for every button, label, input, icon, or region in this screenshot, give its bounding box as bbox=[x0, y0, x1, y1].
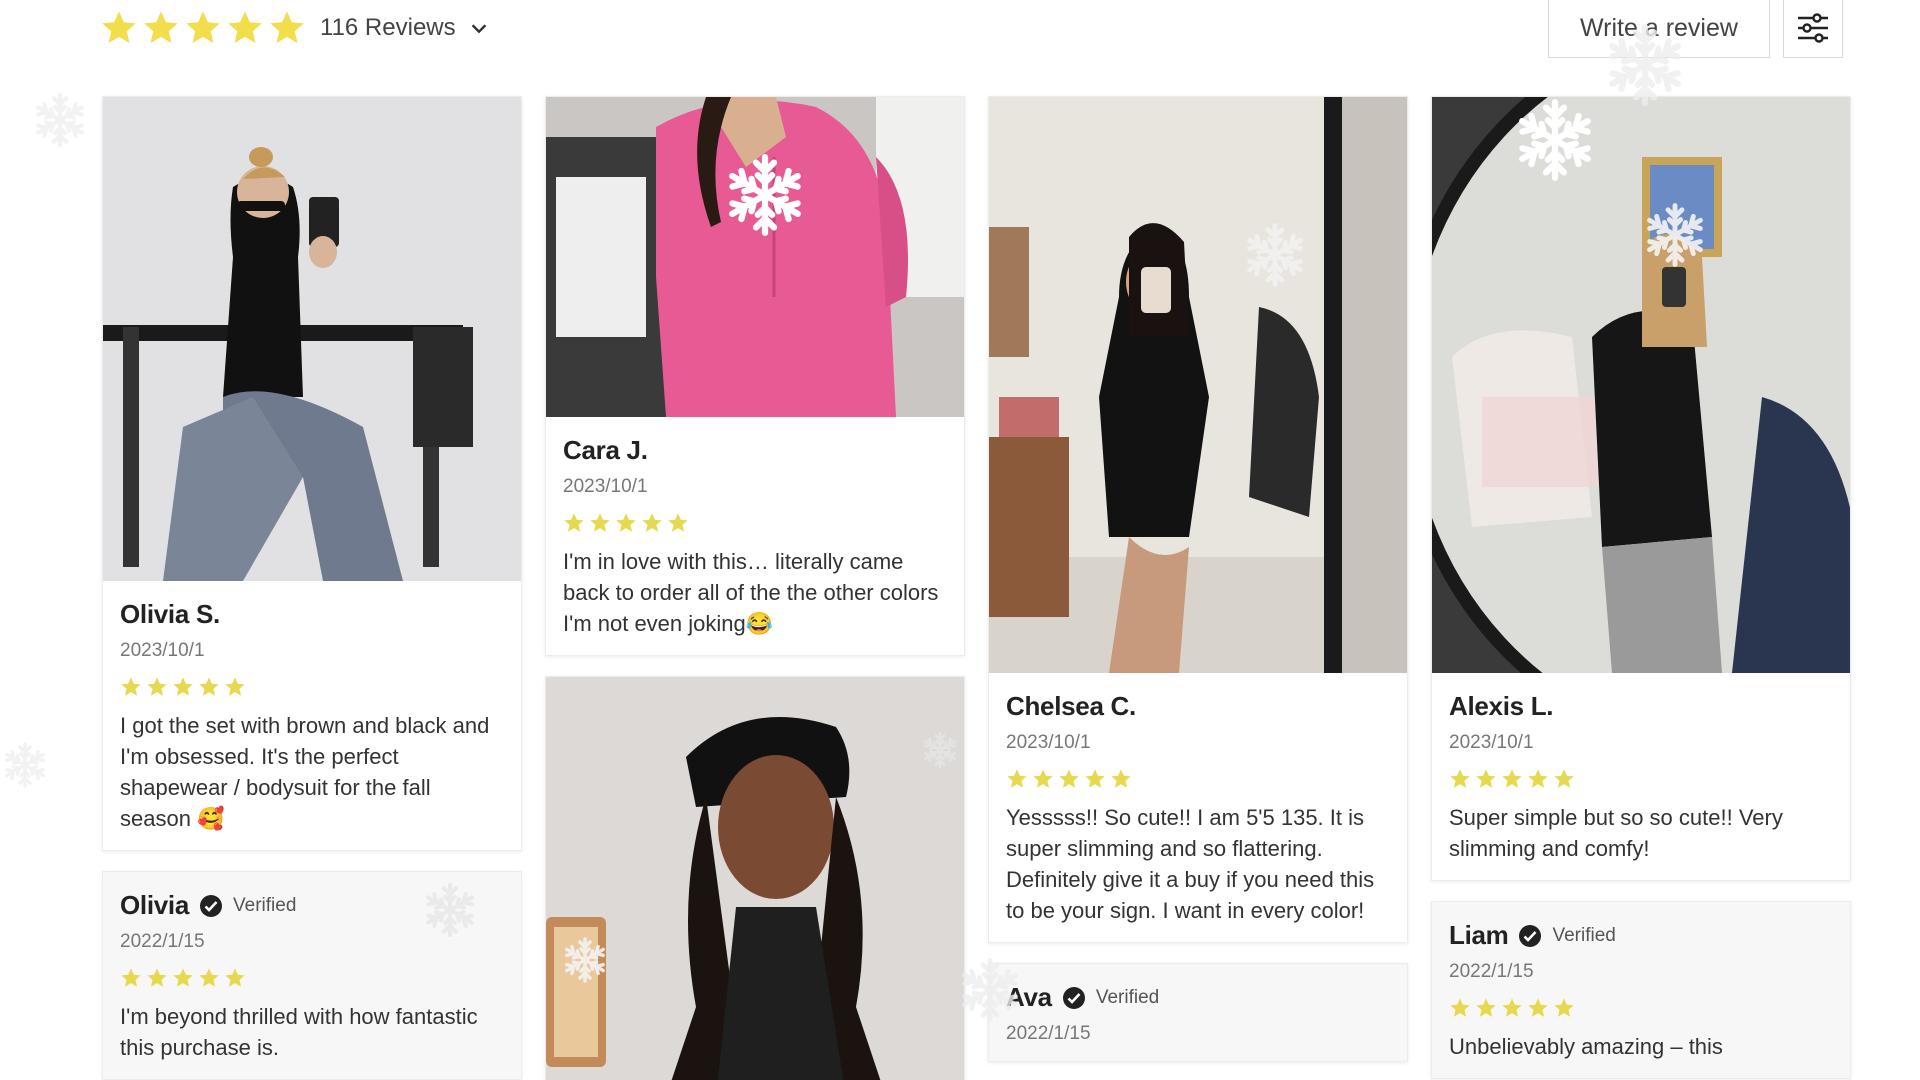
reviewer-name: Olivia S. bbox=[120, 599, 220, 629]
verified-label: Verified bbox=[233, 894, 297, 916]
review-photo-image bbox=[546, 97, 964, 417]
review-rating bbox=[563, 512, 947, 534]
review-date: 2023/10/1 bbox=[1006, 732, 1091, 753]
reviews-column-3: Chelsea C. 2023/10/1 Yesssss!! So cute!!… bbox=[988, 96, 1408, 1080]
review-photo-image bbox=[546, 677, 964, 1080]
review-card[interactable]: Chelsea C. 2023/10/1 Yesssss!! So cute!!… bbox=[988, 96, 1408, 943]
star-icon bbox=[1527, 997, 1549, 1019]
star-icon bbox=[1006, 768, 1028, 790]
verified-check-icon bbox=[1062, 986, 1086, 1010]
reviewer-name: Cara J. bbox=[563, 435, 648, 465]
review-text: I'm in love with this… literally came ba… bbox=[563, 549, 939, 636]
reviewer-name: Liam bbox=[1449, 920, 1509, 950]
review-card[interactable]: Liam Verified 2022/1/15 Unbelievably ama… bbox=[1431, 901, 1851, 1079]
reviews-column-1: Olivia S. 2023/10/1 I got the set with b… bbox=[102, 96, 522, 1080]
review-rating bbox=[120, 676, 504, 698]
verified-label: Verified bbox=[1095, 986, 1160, 1008]
review-photo[interactable] bbox=[989, 97, 1407, 673]
average-rating-stars bbox=[100, 9, 306, 47]
star-icon bbox=[615, 512, 637, 534]
review-date: 2023/10/1 bbox=[120, 640, 205, 661]
reviews-count[interactable]: 116 Reviews bbox=[320, 14, 456, 42]
rating-summary[interactable]: 116 Reviews bbox=[100, 8, 490, 48]
star-icon bbox=[142, 9, 180, 47]
star-icon bbox=[184, 9, 222, 47]
review-rating bbox=[120, 967, 504, 989]
review-card[interactable]: Cara J. 2023/10/1 I'm in love with this…… bbox=[545, 96, 965, 656]
reviews-column-2: Cara J. 2023/10/1 I'm in love with this…… bbox=[545, 96, 965, 1080]
star-icon bbox=[589, 512, 611, 534]
review-card[interactable] bbox=[545, 676, 965, 1080]
review-date: 2022/1/15 bbox=[120, 931, 205, 952]
star-icon bbox=[198, 967, 220, 989]
star-icon bbox=[172, 967, 194, 989]
verified-check-icon bbox=[1518, 924, 1542, 948]
star-icon bbox=[1110, 768, 1132, 790]
review-photo[interactable] bbox=[103, 97, 521, 581]
verified-label: Verified bbox=[1552, 924, 1616, 946]
review-text: Super simple but so so cute!! Very slimm… bbox=[1449, 805, 1783, 861]
review-rating bbox=[1449, 997, 1833, 1019]
review-date: 2023/10/1 bbox=[1449, 732, 1534, 753]
star-icon bbox=[224, 676, 246, 698]
star-icon bbox=[1032, 768, 1054, 790]
star-icon bbox=[172, 676, 194, 698]
review-card[interactable]: Alexis L. 2023/10/1 Super simple but so … bbox=[1431, 96, 1851, 881]
star-icon bbox=[146, 967, 168, 989]
review-photo-image bbox=[1432, 97, 1850, 673]
star-icon bbox=[100, 9, 138, 47]
reviewer-name: Olivia bbox=[120, 890, 190, 920]
review-photo[interactable] bbox=[546, 677, 964, 1080]
sliders-icon bbox=[1798, 13, 1828, 43]
filter-button[interactable] bbox=[1783, 0, 1843, 58]
reviews-column-4: Alexis L. 2023/10/1 Super simple but so … bbox=[1431, 96, 1851, 1080]
review-text: Unbelievably amazing – this bbox=[1449, 1034, 1723, 1059]
star-icon bbox=[1501, 768, 1523, 790]
review-photo-image bbox=[989, 97, 1407, 673]
star-icon bbox=[667, 512, 689, 534]
star-icon bbox=[1084, 768, 1106, 790]
review-card[interactable]: Olivia S. 2023/10/1 I got the set with b… bbox=[102, 96, 522, 851]
star-icon bbox=[268, 9, 306, 47]
star-icon bbox=[1501, 997, 1523, 1019]
star-icon bbox=[146, 676, 168, 698]
reviews-header: 116 Reviews Write a review bbox=[100, 0, 1860, 62]
review-card[interactable]: Olivia Verified 2022/1/15 I'm beyond thr… bbox=[102, 871, 522, 1080]
star-icon bbox=[1449, 768, 1471, 790]
star-icon bbox=[120, 967, 142, 989]
review-date: 2023/10/1 bbox=[563, 476, 648, 497]
star-icon bbox=[1058, 768, 1080, 790]
star-icon bbox=[1475, 997, 1497, 1019]
star-icon bbox=[1553, 768, 1575, 790]
review-card[interactable]: Ava Verified 2022/1/15 bbox=[988, 963, 1408, 1062]
star-icon bbox=[563, 512, 585, 534]
star-icon bbox=[226, 9, 264, 47]
star-icon bbox=[120, 676, 142, 698]
chevron-down-icon[interactable] bbox=[468, 17, 490, 39]
star-icon bbox=[1475, 768, 1497, 790]
reviewer-name: Chelsea C. bbox=[1006, 691, 1136, 721]
review-rating bbox=[1449, 768, 1833, 790]
review-photo[interactable] bbox=[546, 97, 964, 417]
star-icon bbox=[1449, 997, 1471, 1019]
reviewer-name: Alexis L. bbox=[1449, 691, 1554, 721]
snowflake-icon bbox=[30, 90, 90, 150]
review-photo[interactable] bbox=[1432, 97, 1850, 673]
review-photo-image bbox=[103, 97, 521, 581]
review-text: I'm beyond thrilled with how fantastic t… bbox=[120, 1004, 478, 1060]
review-text: Yesssss!! So cute!! I am 5'5 135. It is … bbox=[1006, 805, 1375, 923]
star-icon bbox=[224, 967, 246, 989]
review-date: 2022/1/15 bbox=[1449, 961, 1534, 982]
star-icon bbox=[198, 676, 220, 698]
review-rating bbox=[1006, 768, 1390, 790]
verified-check-icon bbox=[199, 894, 223, 918]
write-review-button[interactable]: Write a review bbox=[1548, 0, 1770, 58]
reviewer-name: Ava bbox=[1006, 982, 1052, 1012]
snowflake-icon bbox=[0, 740, 50, 790]
review-text: I got the set with brown and black and I… bbox=[120, 713, 490, 831]
star-icon bbox=[641, 512, 663, 534]
star-icon bbox=[1527, 768, 1549, 790]
star-icon bbox=[1553, 997, 1575, 1019]
review-date: 2022/1/15 bbox=[1006, 1023, 1091, 1044]
